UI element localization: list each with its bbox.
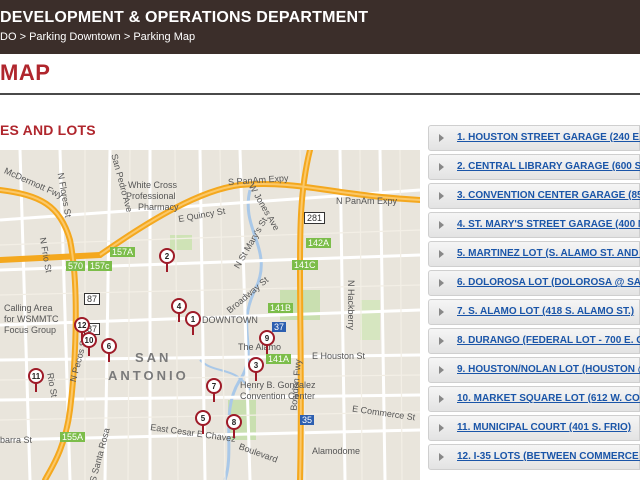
divider xyxy=(0,93,640,95)
section-title: ES AND LOTS xyxy=(0,122,96,138)
pin-number: 2 xyxy=(159,248,175,264)
pin-number: 8 xyxy=(226,414,242,430)
highway-shield: 142A xyxy=(306,238,332,248)
map-label: N PanAm Expy xyxy=(336,196,398,206)
map-label: E Houston St xyxy=(312,351,366,361)
highway-shield: 157A xyxy=(110,247,136,257)
expand-arrow-icon xyxy=(439,366,444,374)
map-label: for WSMMTC xyxy=(4,314,59,324)
lot-link[interactable]: 3. CONVENTION CENTER GARAGE (850 E. COMM… xyxy=(457,190,640,201)
site-header: DEVELOPMENT & OPERATIONS DEPARTMENT DO >… xyxy=(0,0,640,54)
lot-item-2[interactable]: 2. CENTRAL LIBRARY GARAGE (600 SOLEDAD xyxy=(428,154,640,180)
lot-item-8[interactable]: 8. DURANGO (FEDERAL LOT - 700 E. CESAR E… xyxy=(428,328,640,354)
expand-arrow-icon xyxy=(439,279,444,287)
pin-number: 10 xyxy=(81,332,97,348)
expand-arrow-icon xyxy=(439,250,444,258)
expand-arrow-icon xyxy=(439,163,444,171)
breadcrumb-item-do[interactable]: DO xyxy=(0,31,17,43)
highway-shield: 157c xyxy=(88,261,112,271)
map-label: Pharmacy xyxy=(138,202,179,212)
lot-link[interactable]: 10. MARKET SQUARE LOT (612 W. COMMERCE xyxy=(457,393,640,404)
lot-item-1[interactable]: 1. HOUSTON STREET GARAGE (240 E. HOUSTON xyxy=(428,125,640,151)
lot-item-3[interactable]: 3. CONVENTION CENTER GARAGE (850 E. COMM… xyxy=(428,183,640,209)
lot-link[interactable]: 2. CENTRAL LIBRARY GARAGE (600 SOLEDAD xyxy=(457,161,640,172)
highway-shield: 155A xyxy=(60,432,86,442)
highway-shield: 141C xyxy=(292,260,318,270)
map-pin-11[interactable]: 11 xyxy=(27,368,45,392)
map-pin-9[interactable]: 9 xyxy=(258,330,276,354)
breadcrumb-separator: > xyxy=(123,31,131,43)
breadcrumb-item-parking-map: Parking Map xyxy=(133,31,196,43)
lot-link[interactable]: 4. ST. MARY'S STREET GARAGE (400 N. ST. … xyxy=(457,219,640,230)
map-pin-3[interactable]: 3 xyxy=(247,357,265,381)
pin-number: 11 xyxy=(28,368,44,384)
highway-shield: 570 xyxy=(66,261,86,271)
highway-shield: 281 xyxy=(304,212,326,224)
map-label: ANTONIO xyxy=(108,368,189,383)
expand-arrow-icon xyxy=(439,424,444,432)
map-label: barra St xyxy=(0,435,33,445)
map-label: Henry B. Gonzalez xyxy=(240,380,316,390)
map-pin-8[interactable]: 8 xyxy=(225,414,243,438)
map-label: SAN xyxy=(135,350,172,365)
lot-link[interactable]: 6. DOLOROSA LOT (DOLOROSA @ SANTA ROSA xyxy=(457,277,640,288)
expand-arrow-icon xyxy=(439,337,444,345)
map-label: Alamodome xyxy=(312,446,361,456)
map-pin-10[interactable]: 10 xyxy=(80,332,98,356)
lot-link[interactable]: 9. HOUSTON/NOLAN LOT (HOUSTON @ ELMIRA xyxy=(457,364,640,375)
lot-link[interactable]: 8. DURANGO (FEDERAL LOT - 700 E. CESAR E… xyxy=(457,335,640,346)
lot-link[interactable]: 7. S. ALAMO LOT (418 S. ALAMO ST.) xyxy=(457,306,634,317)
pin-number: 7 xyxy=(206,378,222,394)
lot-link[interactable]: 12. I-35 LOTS (BETWEEN COMMERCE AND MARK… xyxy=(457,451,640,462)
map-pin-5[interactable]: 5 xyxy=(194,410,212,434)
lot-item-9[interactable]: 9. HOUSTON/NOLAN LOT (HOUSTON @ ELMIRA xyxy=(428,357,640,383)
parking-lot-list: 1. HOUSTON STREET GARAGE (240 E. HOUSTON… xyxy=(428,125,640,480)
lot-item-4[interactable]: 4. ST. MARY'S STREET GARAGE (400 N. ST. … xyxy=(428,212,640,238)
lot-item-7[interactable]: 7. S. ALAMO LOT (418 S. ALAMO ST.) xyxy=(428,299,640,325)
lot-item-10[interactable]: 10. MARKET SQUARE LOT (612 W. COMMERCE xyxy=(428,386,640,412)
map-label: Professional xyxy=(126,191,176,201)
lot-item-12[interactable]: 12. I-35 LOTS (BETWEEN COMMERCE AND MARK… xyxy=(428,444,640,470)
lot-link[interactable]: 1. HOUSTON STREET GARAGE (240 E. HOUSTON xyxy=(457,132,640,143)
map-label: Convention Center xyxy=(240,391,316,401)
map-label: Focus Group xyxy=(4,325,57,335)
map-pin-7[interactable]: 7 xyxy=(205,378,223,402)
highway-shield: 141B xyxy=(268,303,294,313)
expand-arrow-icon xyxy=(439,221,444,229)
map-pin-6[interactable]: 6 xyxy=(100,338,118,362)
expand-arrow-icon xyxy=(439,453,444,461)
department-title: DEVELOPMENT & OPERATIONS DEPARTMENT xyxy=(0,9,369,26)
pin-number: 1 xyxy=(185,311,201,327)
map-pin-1[interactable]: 1 xyxy=(184,311,202,335)
expand-arrow-icon xyxy=(439,395,444,403)
pin-number: 3 xyxy=(248,357,264,373)
breadcrumb-separator: > xyxy=(19,31,26,43)
page-title: MAP xyxy=(0,60,51,85)
map-label: DOWNTOWN xyxy=(202,315,258,325)
lot-link[interactable]: 5. MARTINEZ LOT (S. ALAMO ST. AND MARTIN… xyxy=(457,248,640,259)
lot-link[interactable]: 11. MUNICIPAL COURT (401 S. FRIO) xyxy=(457,422,631,433)
expand-arrow-icon xyxy=(439,134,444,142)
breadcrumb: DO > Parking Downtown > Parking Map xyxy=(0,31,195,43)
highway-shield: 141A xyxy=(266,354,292,364)
lot-item-11[interactable]: 11. MUNICIPAL COURT (401 S. FRIO) xyxy=(428,415,640,441)
map-label: White Cross xyxy=(128,180,178,190)
pin-number: 6 xyxy=(101,338,117,354)
map-pin-2[interactable]: 2 xyxy=(158,248,176,272)
expand-arrow-icon xyxy=(439,192,444,200)
expand-arrow-icon xyxy=(439,308,444,316)
highway-shield: 87 xyxy=(84,293,101,305)
pin-number: 9 xyxy=(259,330,275,346)
map-label: N Hackberry xyxy=(346,279,357,331)
pin-number: 5 xyxy=(195,410,211,426)
map-label: Calling Area xyxy=(4,303,53,313)
parking-map[interactable]: McDermott Fwy S PanAm Expy N PanAm Expy … xyxy=(0,150,420,480)
lot-item-5[interactable]: 5. MARTINEZ LOT (S. ALAMO ST. AND MARTIN… xyxy=(428,241,640,267)
highway-shield: 35 xyxy=(300,415,315,425)
pin-number: 12 xyxy=(74,317,90,333)
lot-item-6[interactable]: 6. DOLOROSA LOT (DOLOROSA @ SANTA ROSA xyxy=(428,270,640,296)
breadcrumb-item-parking-downtown[interactable]: Parking Downtown xyxy=(29,31,121,43)
